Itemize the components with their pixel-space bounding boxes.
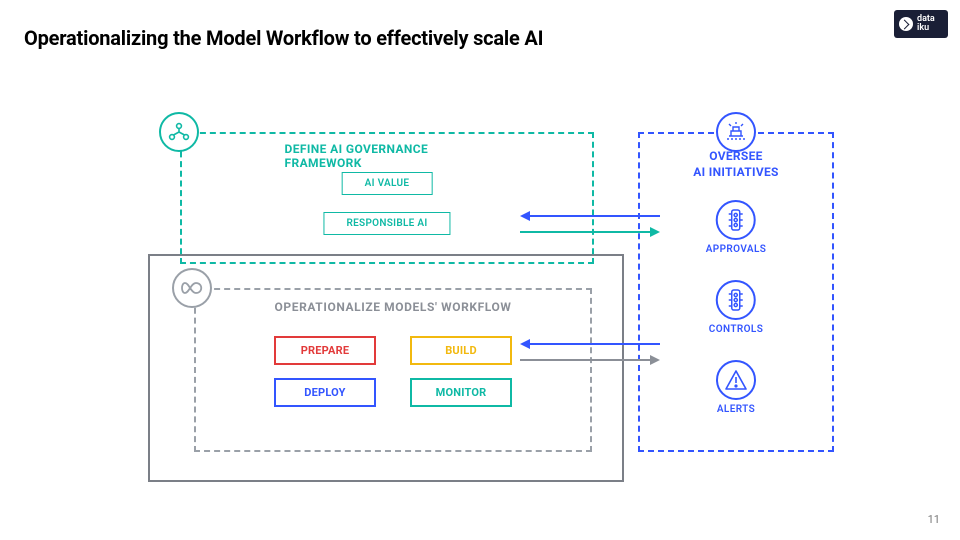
dataiku-logo: dataiku <box>894 10 948 38</box>
traffic-light-icon <box>716 280 756 320</box>
traffic-light-icon <box>716 200 756 240</box>
chip-ai-value: AI VALUE <box>342 172 433 195</box>
infinity-icon <box>172 268 212 308</box>
page-number: 11 <box>928 513 940 526</box>
governance-heading: DEFINE AI GOVERNANCE FRAMEWORK <box>285 142 490 170</box>
models-heading: OPERATIONALIZE MODELS' WORKFLOW <box>275 300 512 314</box>
oversee-heading-line2: AI INITIATIVES <box>693 165 778 179</box>
models-workflow-box: OPERATIONALIZE MODELS' WORKFLOW PREPARE … <box>194 288 592 452</box>
chip-monitor: MONITOR <box>410 378 512 407</box>
chip-responsible-ai: RESPONSIBLE AI <box>323 212 450 235</box>
alert-triangle-icon <box>716 360 756 400</box>
oversee-icon <box>716 112 756 152</box>
oversee-heading: OVERSEE AI INITIATIVES <box>693 148 778 180</box>
hierarchy-icon <box>159 112 199 152</box>
chip-deploy: DEPLOY <box>274 378 376 407</box>
oversee-label-approvals: APPROVALS <box>706 244 767 255</box>
oversee-item-alerts: ALERTS <box>716 360 756 415</box>
logo-bird-icon <box>899 17 913 31</box>
logo-text: dataiku <box>917 15 935 33</box>
oversee-box: OVERSEE AI INITIATIVES APPROVALS CONTROL… <box>638 132 834 452</box>
governance-box: DEFINE AI GOVERNANCE FRAMEWORK AI VALUE … <box>180 132 594 264</box>
chip-prepare: PREPARE <box>274 336 376 365</box>
slide-title: Operationalizing the Model Workflow to e… <box>24 26 543 50</box>
chip-build: BUILD <box>410 336 512 365</box>
oversee-label-controls: CONTROLS <box>709 324 763 335</box>
oversee-label-alerts: ALERTS <box>716 404 756 415</box>
oversee-item-controls: CONTROLS <box>709 280 763 335</box>
oversee-item-approvals: APPROVALS <box>706 200 767 255</box>
